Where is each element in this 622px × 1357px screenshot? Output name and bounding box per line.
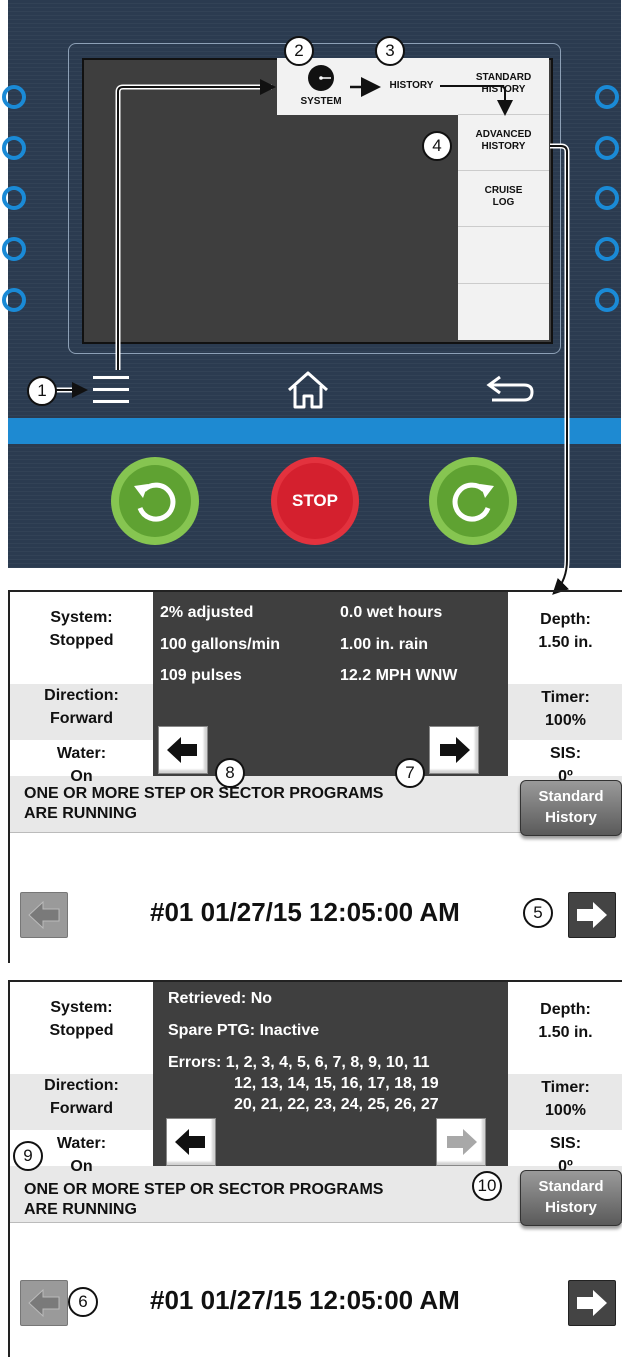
timer-label: Timer:	[541, 1079, 590, 1096]
errors-line-1: Errors: 1, 2, 3, 4, 5, 6, 7, 8, 9, 10, 1…	[168, 1054, 430, 1071]
running-message: ONE OR MORE STEP OR SECTOR PROGRAMS ARE …	[24, 784, 383, 824]
stat-wind: 12.2 MPH WNW	[340, 667, 458, 684]
water-status: Water: On	[10, 742, 153, 788]
running-message-line1: ONE OR MORE STEP OR SECTOR PROGRAMS	[24, 1181, 384, 1198]
depth-value: 1.50 in.	[538, 1024, 593, 1041]
running-message: ONE OR MORE STEP OR SECTOR PROGRAMS ARE …	[24, 1180, 383, 1220]
next-page-button[interactable]	[429, 726, 479, 774]
standard-history-line1: Standard	[538, 788, 604, 805]
system-value: Stopped	[49, 1022, 114, 1039]
direction-status: Direction: Forward	[10, 684, 153, 730]
spare-ptg-status: Spare PTG: Inactive	[168, 1022, 320, 1039]
callout-8: 8	[215, 758, 245, 788]
sis-label: SIS:	[549, 745, 582, 762]
timer-label: Timer:	[541, 689, 590, 706]
arrow-left-icon	[28, 900, 60, 930]
standard-history-button[interactable]: Standard History	[520, 1170, 622, 1226]
callout-2: 2	[284, 36, 314, 66]
sis-label: SIS:	[549, 1135, 582, 1152]
callout-3: 3	[375, 36, 405, 66]
timer-value: 100%	[545, 712, 586, 729]
timer-value: 100%	[545, 1102, 586, 1119]
system-label: System:	[50, 609, 113, 626]
standard-history-button[interactable]: Standard History	[520, 780, 622, 836]
system-value: Stopped	[49, 632, 114, 649]
callout-7: 7	[395, 758, 425, 788]
system-label: System:	[50, 999, 113, 1016]
water-label: Water:	[56, 745, 107, 762]
arrow-right-icon	[447, 1129, 477, 1155]
arrow-right-icon	[577, 902, 607, 928]
depth-label: Depth:	[540, 611, 591, 628]
callout-4: 4	[422, 131, 452, 161]
stat-adjusted: 2% adjusted	[160, 604, 254, 621]
direction-status: Direction: Forward	[10, 1074, 153, 1120]
running-message-line1: ONE OR MORE STEP OR SECTOR PROGRAMS	[24, 785, 384, 802]
arrow-left-icon	[167, 737, 197, 763]
flow-arrows	[52, 77, 570, 595]
arrow-left-icon	[175, 1129, 205, 1155]
system-status: System: Stopped	[10, 996, 153, 1042]
stat-wet-hours: 0.0 wet hours	[340, 604, 443, 621]
prev-record-button[interactable]	[20, 892, 68, 938]
stat-rain: 1.00 in. rain	[340, 636, 429, 653]
prev-page-button[interactable]	[166, 1118, 216, 1166]
callout-5: 5	[523, 898, 553, 928]
arrow-left-icon	[28, 1288, 60, 1318]
prev-record-button[interactable]	[20, 1280, 68, 1326]
prev-page-button[interactable]	[158, 726, 208, 774]
stat-pulses: 109 pulses	[160, 667, 242, 684]
depth-status: Depth: 1.50 in.	[508, 998, 622, 1044]
errors-line-2: 12, 13, 14, 15, 16, 17, 18, 19	[234, 1075, 439, 1092]
history-panel-2: System: Stopped Direction: Forward Water…	[8, 980, 622, 1357]
system-status: System: Stopped	[10, 606, 153, 652]
depth-value: 1.50 in.	[538, 634, 593, 651]
depth-status: Depth: 1.50 in.	[508, 608, 622, 654]
timer-status: Timer: 100%	[508, 1076, 622, 1122]
standard-history-line1: Standard	[538, 1178, 604, 1195]
callout-1: 1	[27, 376, 57, 406]
next-record-button[interactable]	[568, 1280, 616, 1326]
arrow-right-icon	[577, 1290, 607, 1316]
standard-history-line2: History	[545, 809, 597, 826]
running-message-line2: ARE RUNNING	[24, 805, 137, 822]
retrieved-status: Retrieved: No	[168, 990, 273, 1007]
timer-status: Timer: 100%	[508, 686, 622, 732]
arrow-right-icon	[440, 737, 470, 763]
callout-9: 9	[13, 1141, 43, 1171]
running-message-line2: ARE RUNNING	[24, 1201, 137, 1218]
direction-label: Direction:	[44, 1077, 119, 1094]
depth-label: Depth:	[540, 1001, 591, 1018]
direction-value: Forward	[49, 1100, 114, 1117]
callout-10: 10	[472, 1171, 502, 1201]
next-page-button-disabled[interactable]	[436, 1118, 486, 1166]
next-record-button[interactable]	[568, 892, 616, 938]
direction-label: Direction:	[44, 687, 119, 704]
callout-6: 6	[68, 1287, 98, 1317]
record-footer: #01 01/27/15 12:05:00 AM	[150, 897, 460, 927]
direction-value: Forward	[49, 710, 114, 727]
errors-line-3: 20, 21, 22, 23, 24, 25, 26, 27	[234, 1096, 439, 1113]
stat-gallons: 100 gallons/min	[160, 636, 281, 653]
record-footer: #01 01/27/15 12:05:00 AM	[150, 1285, 460, 1315]
standard-history-line2: History	[545, 1199, 597, 1216]
